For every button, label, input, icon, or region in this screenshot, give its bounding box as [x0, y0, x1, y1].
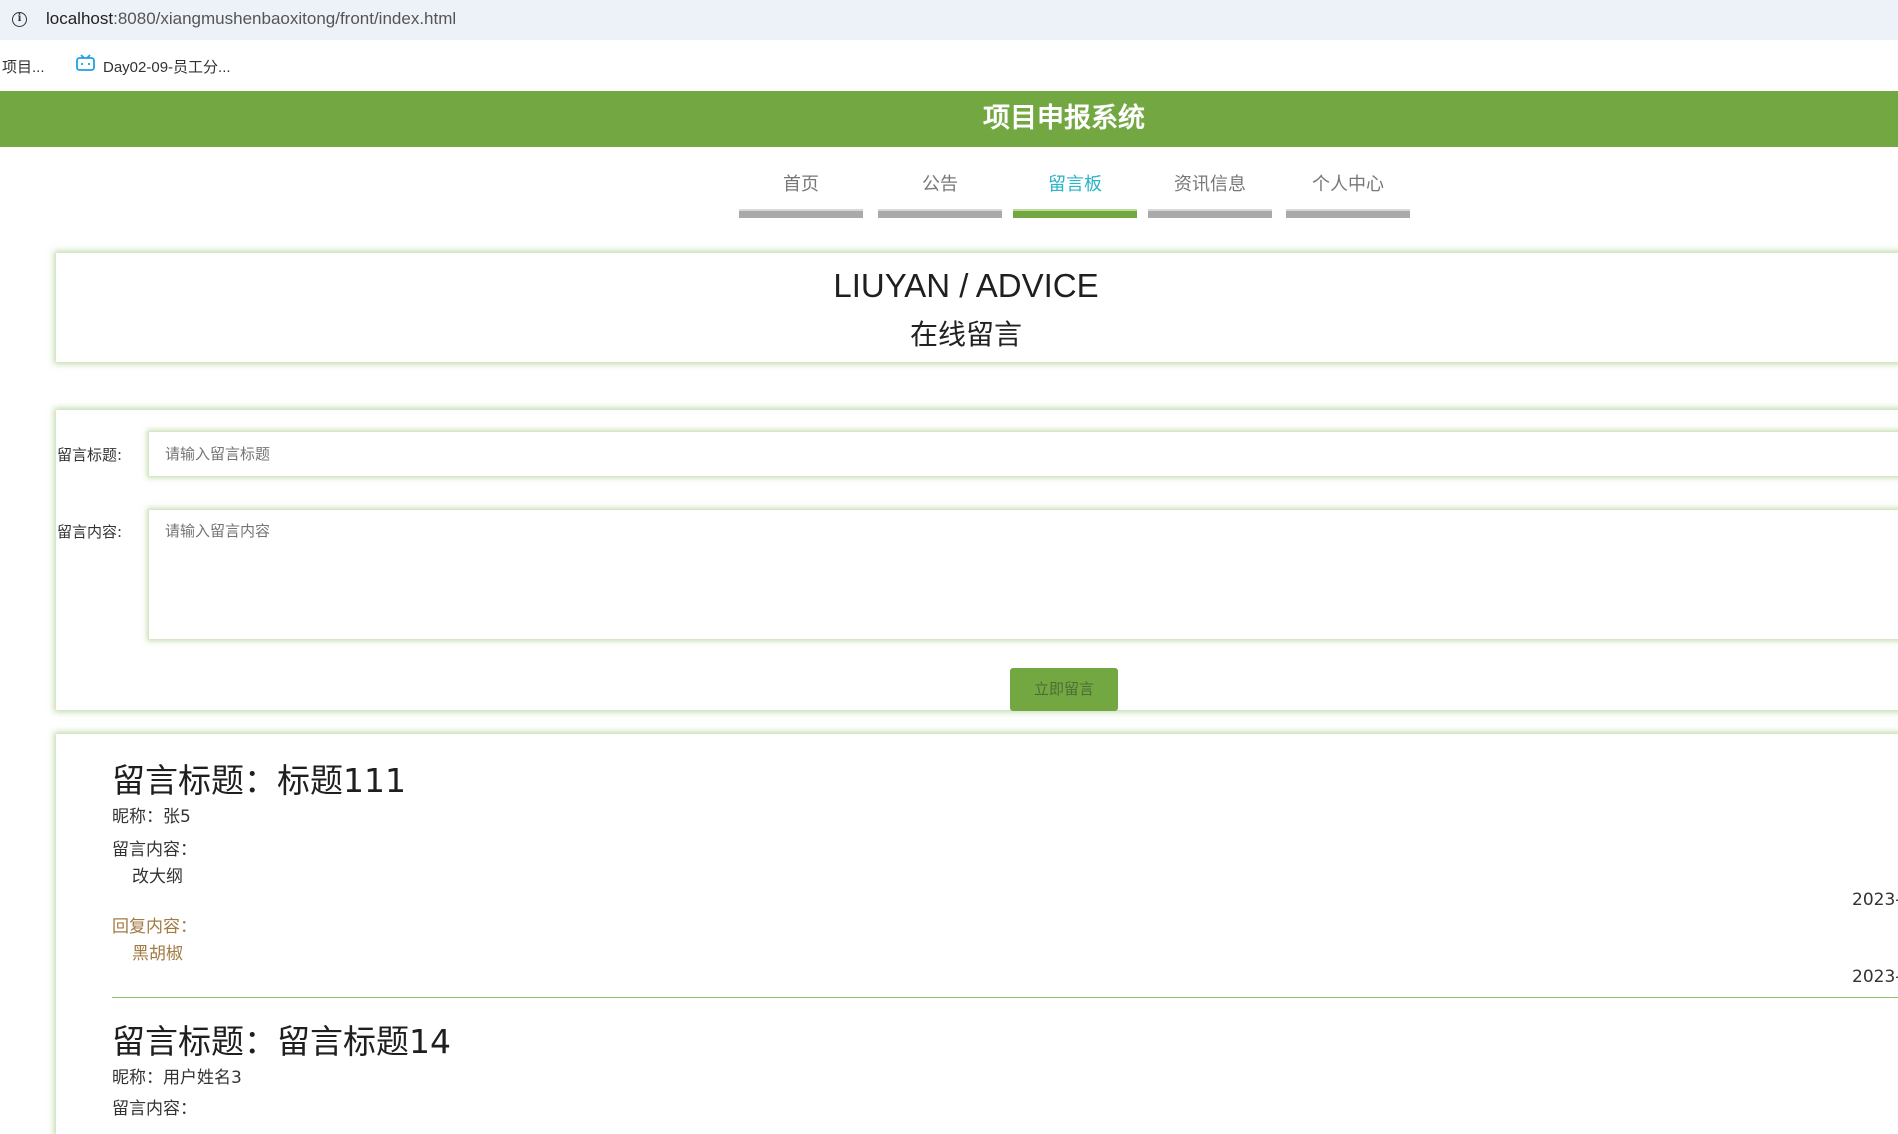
bilibili-tv-icon [76, 54, 95, 71]
bookmark-item-1[interactable]: 项目... [2, 56, 45, 77]
message-date: 2023- [1852, 890, 1898, 910]
message-content-label: 留言内容： [112, 840, 197, 860]
message-nickname: 昵称：张5 [112, 807, 191, 827]
nav-news-underline [1148, 209, 1272, 218]
message-list: 留言标题：标题111 昵称：张5 留言内容： 改大纲 2023- 回复内容： 黑… [56, 734, 1898, 1134]
message-nickname: 昵称：用户姓名3 [112, 1068, 242, 1088]
title-field-label: 留言标题: [57, 446, 123, 464]
nav-news[interactable]: 资讯信息 [1148, 170, 1272, 220]
bookmarks-bar: 项目... Day02-09-员工分... [0, 48, 1898, 82]
nav-message-board[interactable]: 留言板 [1013, 170, 1137, 220]
nav-message-board-label: 留言板 [1048, 174, 1102, 195]
message-form: 留言标题: 留言内容: 立即留言 [56, 410, 1898, 711]
nav-home[interactable]: 首页 [739, 170, 863, 220]
title-input[interactable] [148, 431, 1898, 477]
nav-announcements[interactable]: 公告 [878, 170, 1002, 220]
url-path: :8080/xiangmushenbaoxitong/front/index.h… [113, 9, 457, 28]
nav-home-label: 首页 [783, 174, 819, 195]
section-banner: LIUYAN / ADVICE 在线留言 [56, 253, 1898, 362]
address-url[interactable]: localhost:8080/xiangmushenbaoxitong/fron… [46, 9, 456, 29]
message-title: 留言标题：标题111 [112, 761, 406, 800]
content-field-label: 留言内容: [57, 523, 123, 541]
submit-message-button[interactable]: 立即留言 [1010, 668, 1118, 711]
url-host: localhost [46, 9, 114, 28]
reply-content: 黑胡椒 [132, 944, 183, 964]
nav-user-center-label: 个人中心 [1312, 174, 1384, 195]
nav-announcements-label: 公告 [922, 174, 958, 195]
nav-message-board-underline [1013, 209, 1137, 218]
nav-home-underline [739, 209, 863, 218]
nav-user-center[interactable]: 个人中心 [1286, 170, 1410, 220]
bookmark-item-2[interactable]: Day02-09-员工分... [103, 56, 231, 77]
nav-announcements-underline [878, 209, 1002, 218]
message-content: 改大纲 [132, 867, 183, 887]
message-content-label: 留言内容： [112, 1099, 197, 1119]
reply-date: 2023- [1852, 967, 1898, 987]
message-title: 留言标题：留言标题14 [112, 1022, 451, 1061]
banner-title: LIUYAN / ADVICE [833, 267, 1099, 304]
site-title: 项目申报系统 [983, 103, 1145, 134]
nav-user-center-underline [1286, 209, 1410, 218]
message-divider [112, 997, 1898, 998]
banner-subtitle: 在线留言 [909, 318, 1022, 351]
content-textarea[interactable] [148, 509, 1898, 640]
browser-address-bar[interactable]: i localhost:8080/xiangmushenbaoxitong/fr… [0, 0, 1898, 40]
reply-label: 回复内容： [112, 917, 197, 937]
nav-news-label: 资讯信息 [1174, 174, 1246, 195]
site-info-icon[interactable]: i [12, 12, 27, 27]
site-header: 项目申报系统 [0, 91, 1898, 147]
